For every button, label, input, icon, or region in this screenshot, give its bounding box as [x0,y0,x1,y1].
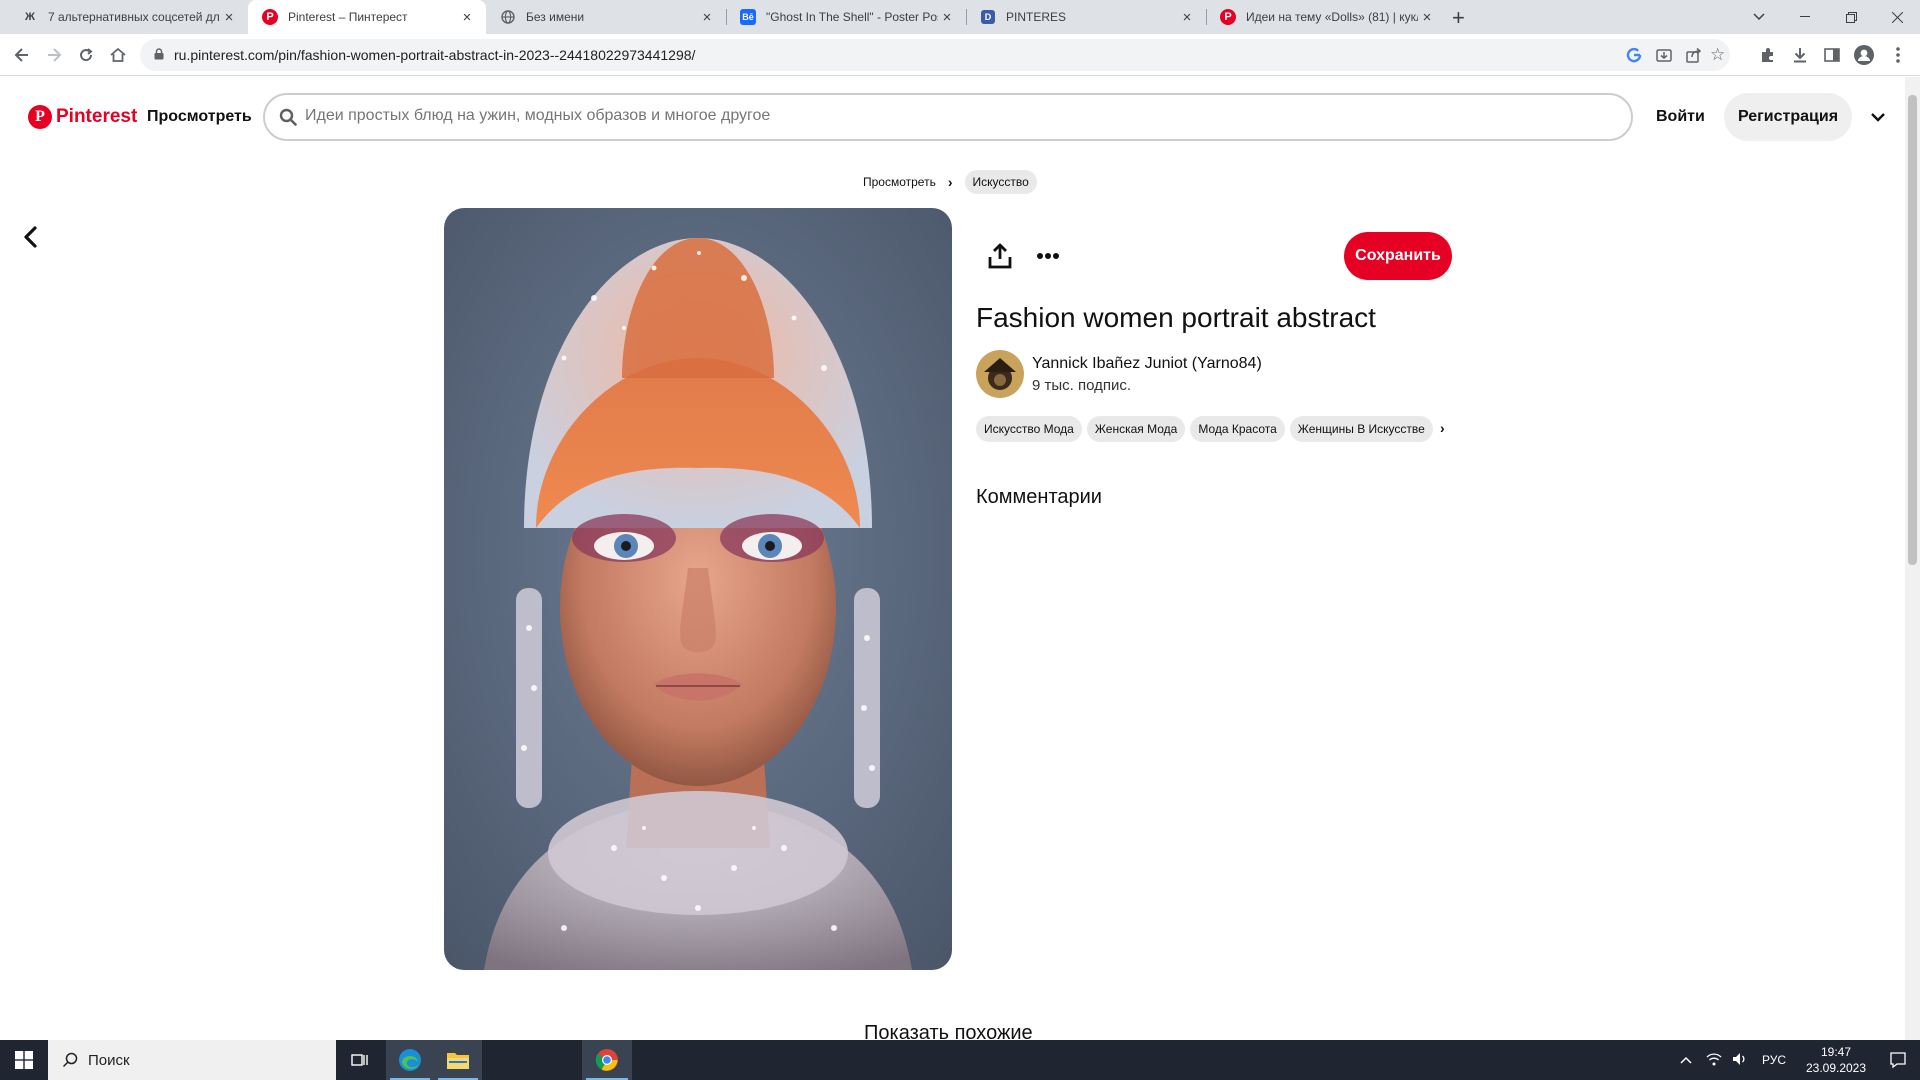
behance-icon: Bē [740,9,756,25]
back-arrow-icon[interactable] [18,224,44,250]
close-icon[interactable]: × [458,9,476,26]
search-icon [279,108,297,126]
tab-title: Pinterest – Пинтерест [288,10,408,24]
share-page-icon[interactable] [1686,47,1702,68]
taskbar-search[interactable]: Поиск [48,1040,336,1080]
login-button[interactable]: Войти [1656,108,1705,126]
save-button[interactable]: Сохранить [1344,232,1452,280]
chrome-icon[interactable] [582,1040,632,1080]
extensions-icon[interactable] [1754,41,1782,69]
pin-image[interactable] [444,208,952,970]
chevron-right-icon: › [947,174,953,190]
lock-icon[interactable] [154,48,164,60]
search-icon [62,1052,78,1068]
windows-taskbar: Поиск РУС 19:47 23.09.2023 [0,1040,1920,1080]
minimize-icon[interactable] [1782,0,1828,34]
close-icon[interactable]: × [220,9,238,26]
close-icon[interactable]: × [1418,9,1436,26]
clock[interactable]: 19:47 23.09.2023 [1796,1044,1876,1076]
behance-icon: D [980,9,996,25]
taskbar-search-label: Поиск [88,1051,130,1069]
search-input[interactable] [305,107,1605,125]
clock-date: 23.09.2023 [1805,1061,1867,1075]
back-icon[interactable] [8,41,36,69]
kebab-menu-icon[interactable] [1884,41,1912,69]
tab-search-chevron-icon[interactable] [1736,0,1782,34]
side-panel-icon[interactable] [1818,41,1846,69]
chevron-down-icon[interactable] [1866,105,1890,129]
tag-chip[interactable]: Женская Мода [1086,416,1186,442]
follower-count: 9 тыс. подпис. [1032,377,1132,394]
tab-title: PINTERES [1006,10,1067,24]
author-name[interactable]: Yannick Ibañez Juniot (Yarno84) [1032,355,1262,373]
close-icon[interactable]: × [698,9,716,26]
tab-title: 7 альтернативных соцсетей для [48,10,220,24]
browser-tab-5[interactable]: D PINTERES × [966,0,1206,34]
avatar[interactable] [976,350,1024,398]
reload-icon[interactable] [72,41,100,69]
browser-tab-2[interactable]: P Pinterest – Пинтерест × [248,0,486,34]
restore-icon[interactable] [1828,0,1874,34]
tab-title: Идеи на тему «Dolls» (81) | кукл [1246,10,1418,24]
pinterest-icon: P [1220,9,1236,25]
tab-title: "Ghost In The Shell" - Poster Pos [766,10,938,24]
close-icon[interactable]: × [1178,9,1196,26]
wifi-icon[interactable] [1706,1052,1722,1069]
tag-chip[interactable]: Искусство Мода [976,416,1082,442]
google-lens-icon[interactable] [1626,47,1642,68]
chevron-right-icon[interactable]: › [1440,420,1445,436]
url-text[interactable]: ru.pinterest.com/pin/fashion-women-portr… [174,47,695,63]
scrollbar-thumb[interactable] [1908,95,1917,565]
more-options-icon[interactable] [1036,252,1060,260]
volume-icon[interactable] [1732,1052,1748,1069]
page-scrollbar[interactable] [1905,77,1920,1040]
globe-icon [500,9,516,25]
tab-title: Без имени [526,10,585,24]
downloads-icon[interactable] [1786,41,1814,69]
home-icon[interactable] [104,41,132,69]
breadcrumb-browse[interactable]: Просмотреть [863,175,936,189]
close-icon[interactable]: × [938,9,956,26]
file-explorer-icon[interactable] [434,1040,482,1080]
pinterest-header: P Pinterest Просмотреть Войти Регистраци… [0,77,1905,159]
install-app-icon[interactable] [1656,47,1672,68]
new-tab-icon[interactable]: + [1452,5,1465,31]
pinterest-logo[interactable]: P Pinterest [28,105,137,129]
browser-tab-6[interactable]: P Идеи на тему «Dolls» (81) | кукл × [1206,0,1446,34]
logo-text: Pinterest [56,106,138,127]
chevron-up-icon[interactable] [1680,1053,1692,1067]
tag-chip[interactable]: Мода Красота [1190,416,1285,442]
browse-link[interactable]: Просмотреть [147,108,252,126]
task-view-icon[interactable] [336,1040,384,1080]
browser-tab-strip: Ж 7 альтернативных соцсетей для × P Pint… [0,0,1920,34]
windows-start-icon[interactable] [0,1040,48,1080]
pin-title: Fashion women portrait abstract [976,302,1376,333]
browser-tab-3[interactable]: Без имени × [486,0,726,34]
comments-heading: Комментарии [976,486,1102,508]
search-box[interactable] [263,93,1633,141]
notifications-icon[interactable] [1876,1052,1920,1068]
browser-tab-1[interactable]: Ж 7 альтернативных соцсетей для × [8,0,248,34]
system-tray: РУС 19:47 23.09.2023 [1680,1040,1920,1080]
browser-tab-4[interactable]: Bē "Ghost In The Shell" - Poster Pos × [726,0,966,34]
breadcrumb: Просмотреть › Искусство [863,170,1037,194]
clock-time: 19:47 [1820,1045,1852,1059]
address-bar[interactable]: ru.pinterest.com/pin/fashion-women-portr… [140,39,1730,71]
profile-icon[interactable] [1850,41,1878,69]
zen-icon: Ж [25,11,35,23]
tag-chip[interactable]: Женщины В Искусстве [1289,416,1433,442]
close-window-icon[interactable] [1874,0,1920,34]
breadcrumb-art[interactable]: Искусство [964,170,1037,194]
portrait-illustration [444,208,952,970]
edge-icon[interactable] [386,1040,434,1080]
language-indicator[interactable]: РУС [1762,1053,1786,1067]
browser-toolbar: ru.pinterest.com/pin/fashion-women-portr… [0,34,1920,76]
signup-button[interactable]: Регистрация [1724,93,1852,141]
bookmark-star-icon[interactable]: ☆ [1710,45,1725,65]
pinterest-icon: P [262,9,278,25]
tag-list: Искусство Мода Женская Мода Мода Красота… [976,416,1433,442]
pinterest-icon: P [28,105,52,129]
share-icon[interactable] [986,242,1014,270]
forward-icon[interactable] [40,41,68,69]
